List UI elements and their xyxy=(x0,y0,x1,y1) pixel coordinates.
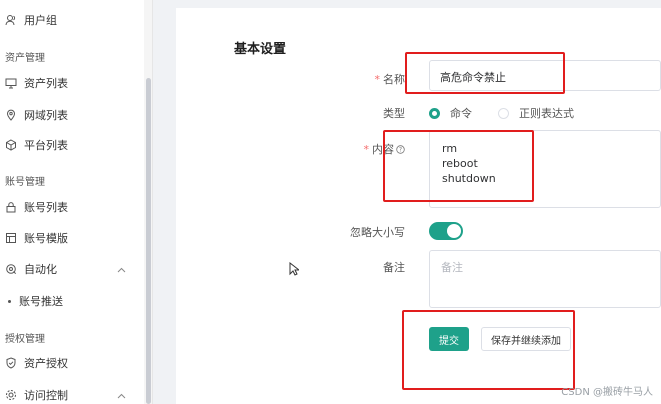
sidebar-item-label: 资产授权 xyxy=(24,357,68,370)
gear-icon xyxy=(4,388,18,402)
content-line: reboot xyxy=(442,157,478,170)
name-input-value: 高危命令禁止 xyxy=(440,71,506,84)
section-permission-management: 授权管理 xyxy=(5,334,45,345)
required-mark: * xyxy=(374,73,381,86)
name-label-text: 名称 xyxy=(383,73,405,86)
chevron-up-icon[interactable] xyxy=(117,389,126,402)
sidebar-item-label: 账号模版 xyxy=(24,232,68,245)
page-title: 基本设置 xyxy=(234,42,287,57)
type-radio-command[interactable]: 命令 xyxy=(429,105,472,121)
radio-checked-icon xyxy=(429,107,440,119)
sidebar-item-access-control[interactable]: 访问控制 xyxy=(0,380,144,404)
sidebar-item-label: 访问控制 xyxy=(24,389,68,402)
content-label: * 内容? xyxy=(364,141,406,157)
sidebar-item-asset-list[interactable]: 资产列表 xyxy=(0,68,144,98)
required-mark: * xyxy=(363,143,370,156)
section-account-management: 账号管理 xyxy=(5,177,45,188)
watermark: CSDN @搬砖牛马人 xyxy=(561,387,653,398)
sidebar-item-account-push[interactable]: 账号推送 xyxy=(0,286,144,316)
submit-button[interactable]: 提交 xyxy=(429,327,469,351)
template-icon xyxy=(4,231,18,245)
sidebar-item-label: 网域列表 xyxy=(24,109,68,122)
form-card: 基本设置 * 名称 高危命令禁止 类型 命令 正则表达式 * 内容? rm rebo… xyxy=(176,8,661,404)
radio-label: 命令 xyxy=(450,107,472,120)
shield-icon xyxy=(4,356,18,370)
sidebar-item-label: 用户组 xyxy=(24,14,57,27)
remark-textarea[interactable]: 备注 xyxy=(429,250,661,308)
sidebar-item-label: 账号列表 xyxy=(24,201,68,214)
scrollbar-thumb[interactable] xyxy=(146,78,151,404)
ignore-case-switch[interactable] xyxy=(429,222,463,240)
section-asset-management: 资产管理 xyxy=(5,53,45,64)
sidebar: 用户组 资产管理 资产列表 网域列表 平台列表 账号管理 账号列表 账号模版 自… xyxy=(0,0,153,404)
location-icon xyxy=(4,108,18,122)
bullet-icon xyxy=(8,299,11,303)
sidebar-item-user-group[interactable]: 用户组 xyxy=(0,5,144,35)
type-label: 类型 xyxy=(383,107,405,120)
name-label: * 名称 xyxy=(375,71,406,87)
content-line: shutdown xyxy=(442,172,496,185)
ignore-case-label: 忽略大小写 xyxy=(350,226,405,239)
remark-placeholder: 备注 xyxy=(441,261,463,274)
cube-icon xyxy=(4,138,18,152)
save-and-continue-button[interactable]: 保存并继续添加 xyxy=(481,327,571,351)
sidebar-item-label: 平台列表 xyxy=(24,139,68,152)
remark-label: 备注 xyxy=(383,261,405,274)
sidebar-item-account-list[interactable]: 账号列表 xyxy=(0,192,144,222)
sidebar-item-label: 自动化 xyxy=(24,263,57,276)
sidebar-item-platform-list[interactable]: 平台列表 xyxy=(0,130,144,160)
automation-icon xyxy=(4,262,18,276)
switch-knob xyxy=(447,224,461,238)
sidebar-item-label: 账号推送 xyxy=(19,295,63,308)
type-radio-regex[interactable]: 正则表达式 xyxy=(498,105,574,121)
svg-text:?: ? xyxy=(399,147,402,154)
sidebar-item-automation[interactable]: 自动化 xyxy=(0,254,144,284)
radio-label: 正则表达式 xyxy=(519,107,574,120)
sidebar-item-label: 资产列表 xyxy=(24,77,68,90)
sidebar-item-account-template[interactable]: 账号模版 xyxy=(0,223,144,253)
mouse-cursor-icon xyxy=(289,261,301,280)
chevron-up-icon[interactable] xyxy=(117,263,126,276)
help-icon[interactable]: ? xyxy=(396,144,405,157)
radio-unchecked-icon xyxy=(498,107,509,119)
lock-icon xyxy=(4,200,18,214)
sidebar-scrollbar[interactable] xyxy=(144,0,152,404)
sidebar-item-asset-permission[interactable]: 资产授权 xyxy=(0,348,144,378)
content-textarea[interactable]: rm reboot shutdown xyxy=(429,130,661,208)
content-line: rm xyxy=(442,142,458,155)
content-label-text: 内容 xyxy=(372,143,394,156)
sidebar-item-domain-list[interactable]: 网域列表 xyxy=(0,100,144,130)
name-input[interactable]: 高危命令禁止 xyxy=(429,60,661,91)
monitor-icon xyxy=(4,76,18,90)
user-icon xyxy=(4,13,18,27)
